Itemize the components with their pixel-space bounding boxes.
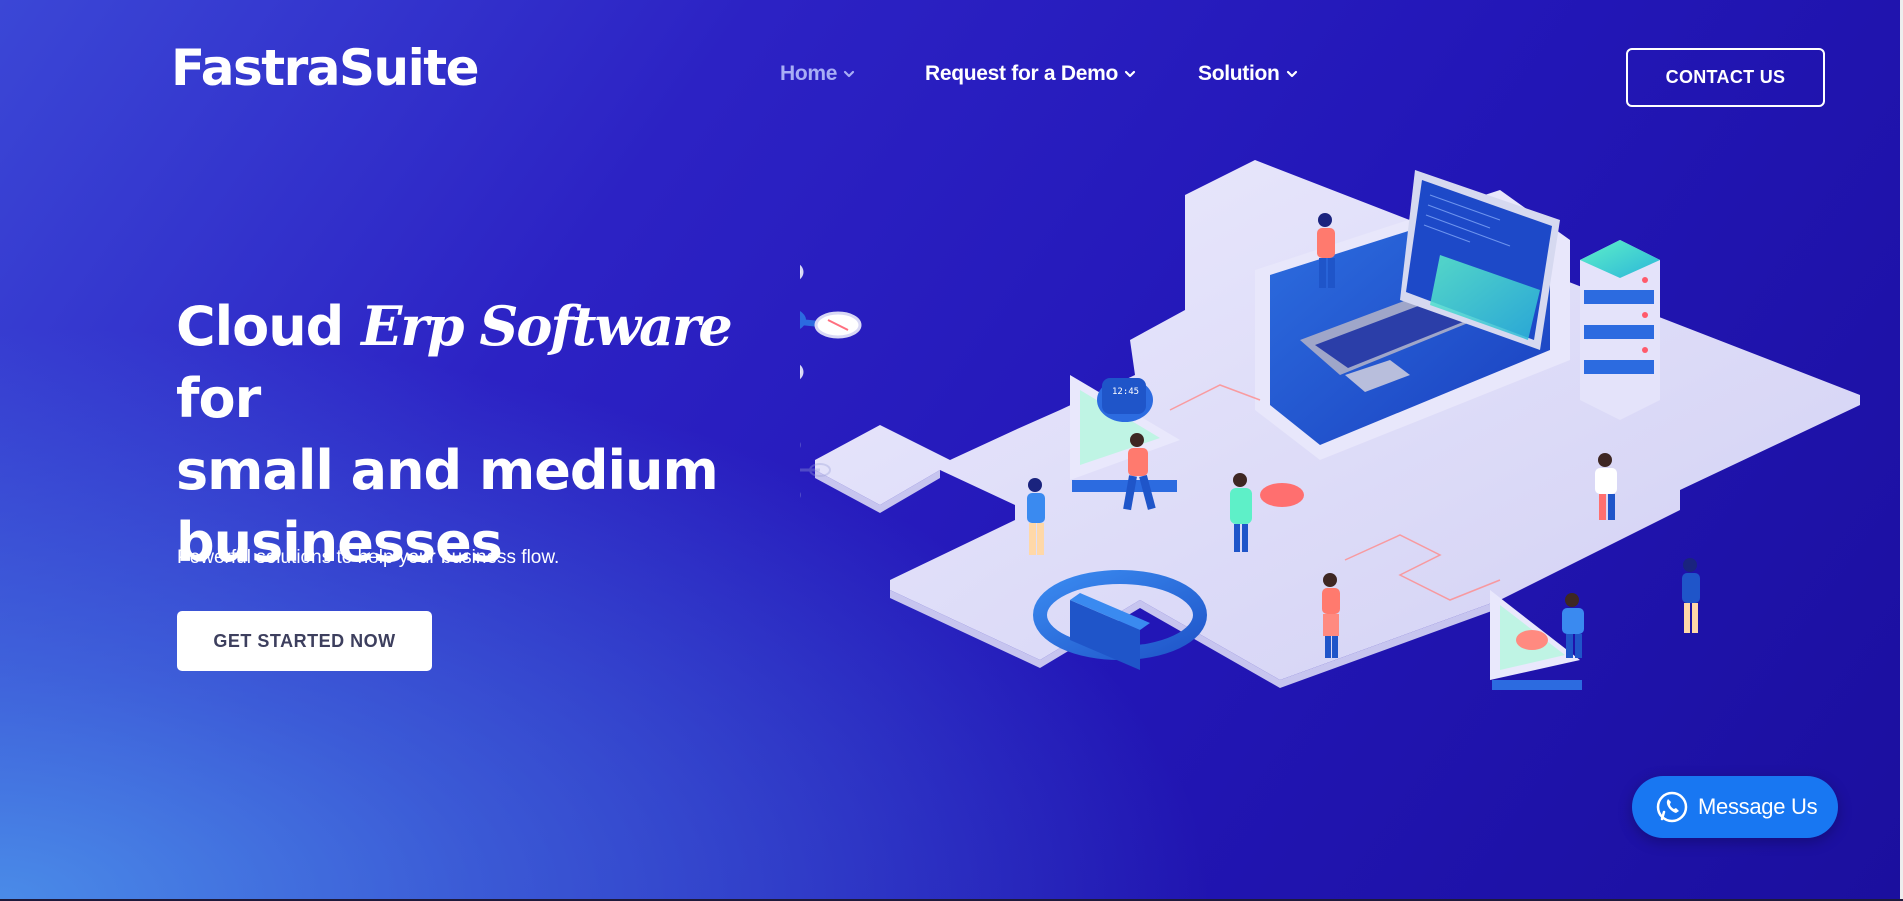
contact-us-button[interactable]: CONTACT US xyxy=(1626,48,1825,107)
hero-section: FastraSuite Home Request for a Demo Solu… xyxy=(0,0,1900,899)
nav-item-solution[interactable]: Solution xyxy=(1198,62,1298,86)
server-rack xyxy=(1580,240,1660,420)
nav-item-request-demo[interactable]: Request for a Demo xyxy=(925,62,1136,86)
nav-item-label: Home xyxy=(780,62,838,85)
headline-part2: for xyxy=(176,367,261,430)
chevron-down-icon xyxy=(1124,70,1136,78)
get-started-button[interactable]: GET STARTED NOW xyxy=(177,611,432,671)
nav-item-label: Solution xyxy=(1198,62,1280,85)
headline-italic: Erp Software xyxy=(361,294,733,358)
hero-headline: Cloud Erp Software for small and medium … xyxy=(176,290,796,579)
watch-time: 12:45 xyxy=(1112,387,1139,397)
isometric-illustration: 12:45 xyxy=(800,160,1860,690)
nav-item-home[interactable]: Home xyxy=(780,62,855,86)
site-logo[interactable]: FastraSuite xyxy=(171,38,480,98)
headline-part1: Cloud xyxy=(176,295,344,358)
chevron-down-icon xyxy=(844,70,855,78)
nav-item-label: Request for a Demo xyxy=(925,62,1118,85)
message-us-button[interactable]: Message Us xyxy=(1632,776,1838,838)
hero-subline: Powerful solutions to help your business… xyxy=(177,547,560,568)
chevron-down-icon xyxy=(1286,70,1297,78)
message-us-label: Message Us xyxy=(1698,794,1818,819)
whatsapp-icon xyxy=(1656,791,1688,823)
drone xyxy=(800,264,862,380)
headline-line2: small and medium xyxy=(176,439,719,502)
